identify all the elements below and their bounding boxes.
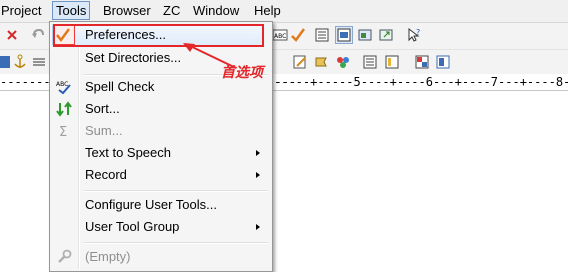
close-icon[interactable] [4,27,20,43]
ruler-ticks-right: -----+-----5----+----6---+----7---+----8… [274,75,568,89]
menu-browser[interactable]: Browser [100,2,154,19]
edit-note-icon[interactable] [292,54,308,70]
submenu-arrow-icon [256,172,260,178]
export-window-icon[interactable] [378,27,394,43]
layout-icon[interactable] [414,54,430,70]
spell-check-icon: ABC [56,79,72,95]
menu-item-label: Sort... [85,101,120,116]
save-icon[interactable] [0,54,12,70]
checkmark-toolbar-icon[interactable] [290,27,306,43]
document-list-icon[interactable] [314,27,330,43]
ruler-mark-7: 7 [490,75,499,89]
menu-item-label: User Tool Group [85,219,180,234]
image-window-icon[interactable] [357,27,373,43]
help-pointer-icon[interactable]: ? [406,27,422,43]
ruler-mark-5: 5 [353,75,361,89]
bookmark-icon[interactable] [313,54,329,70]
menu-item-empty[interactable]: (Empty) [52,246,270,268]
window-layout-icon[interactable] [335,26,353,44]
window-icon[interactable] [435,54,451,70]
annotation-label: 首选项 [221,65,263,81]
menu-item-label: (Empty) [85,249,131,264]
menu-tools[interactable]: Tools [52,1,91,20]
undo-icon[interactable] [30,27,46,43]
align-icon[interactable] [31,54,47,70]
menu-window[interactable]: Window [190,2,242,19]
menu-item-text-to-speech[interactable]: Text to Speech [52,142,270,164]
menu-item-label: Sum... [85,123,123,138]
submenu-arrow-icon [256,224,260,230]
spell-check-toolbar-icon[interactable]: ABC [272,27,288,43]
menu-item-label: Set Directories... [85,50,182,65]
ruler-mark-8: 8 [555,75,564,89]
menu-item-label: Record [85,167,127,182]
ruler-mark-6: 6 [425,75,433,89]
submenu-arrow-icon [256,150,260,156]
menu-bar: Project Tools Browser ZC Window Help [0,0,568,23]
svg-text:?: ? [416,28,420,37]
menu-project[interactable]: Project [0,2,44,19]
dual-pane-icon[interactable] [384,54,400,70]
list-view-icon[interactable] [362,54,378,70]
svg-text:ABC: ABC [274,33,286,40]
svg-text:ABC: ABC [56,81,68,88]
menu-separator [83,190,268,192]
sigma-icon: Σ [56,123,72,140]
menu-zc[interactable]: ZC [160,2,183,19]
anchor-icon[interactable] [12,54,28,70]
menu-item-configure-user-tools[interactable]: Configure User Tools... [52,194,270,216]
menu-item-label: Text to Speech [85,145,171,160]
menu-item-record[interactable]: Record [52,164,270,186]
svg-text:Σ: Σ [59,125,67,139]
menu-item-label: Configure User Tools... [85,197,217,212]
menu-item-sum[interactable]: Σ Sum... [52,120,270,142]
sort-icon [56,101,72,117]
menu-separator [83,242,268,244]
menu-item-label: Spell Check [85,79,155,94]
menu-item-sort[interactable]: Sort... [52,98,270,120]
wrench-icon [56,249,72,265]
color-palette-icon[interactable] [335,54,351,70]
menu-item-user-tool-group[interactable]: User Tool Group [52,216,270,238]
menu-help[interactable]: Help [251,2,284,19]
